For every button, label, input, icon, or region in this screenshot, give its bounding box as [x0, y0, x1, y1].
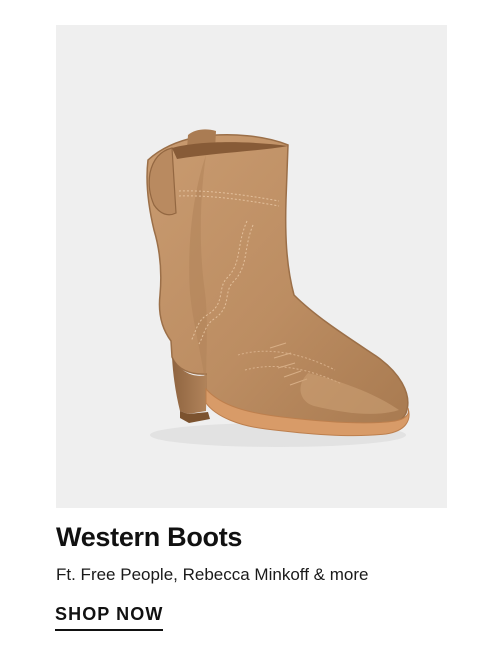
- product-image[interactable]: [56, 25, 447, 508]
- western-boot-image: [146, 129, 410, 447]
- promo-subtitle: Ft. Free People, Rebecca Minkoff & more: [56, 565, 369, 584]
- promo-title: Western Boots: [56, 522, 243, 552]
- shop-now-link[interactable]: SHOP NOW: [55, 604, 164, 631]
- western-boots-promo-card[interactable]: Western Boots Ft. Free People, Rebecca M…: [0, 0, 480, 664]
